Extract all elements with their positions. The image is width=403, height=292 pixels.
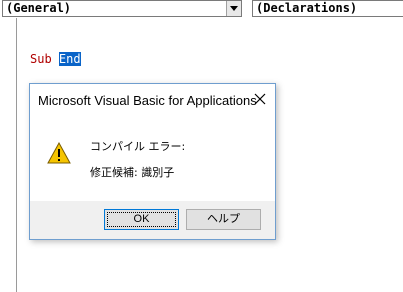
object-combo-dropdown-icon[interactable] [226,1,241,16]
margin-indicator-bar [16,18,17,292]
selected-keyword-end: End [58,52,81,66]
object-combo[interactable]: (General) [2,0,242,17]
procedure-combo-value: (Declarations) [256,1,358,15]
code-line[interactable]: Sub End [30,52,81,66]
procedure-combo[interactable]: (Declarations) [252,0,403,17]
ok-button[interactable]: OK [104,209,179,230]
warning-icon [47,141,71,164]
dialog-body: コンパイル エラー: 修正候補: 識別子 [30,116,275,201]
error-message-detail: 修正候補: 識別子 [90,166,175,179]
dialog-button-bar: OK ヘルプ [30,201,275,239]
compile-error-dialog: Microsoft Visual Basic for Applications … [29,83,276,240]
object-combo-value: (General) [6,1,72,15]
error-message-heading: コンパイル エラー: [90,140,186,153]
help-button[interactable]: ヘルプ [186,209,261,230]
ok-button-label: OK [107,212,176,227]
close-icon[interactable] [251,90,269,108]
dialog-title: Microsoft Visual Basic for Applications [38,93,257,108]
keyword-sub: Sub [30,52,52,66]
